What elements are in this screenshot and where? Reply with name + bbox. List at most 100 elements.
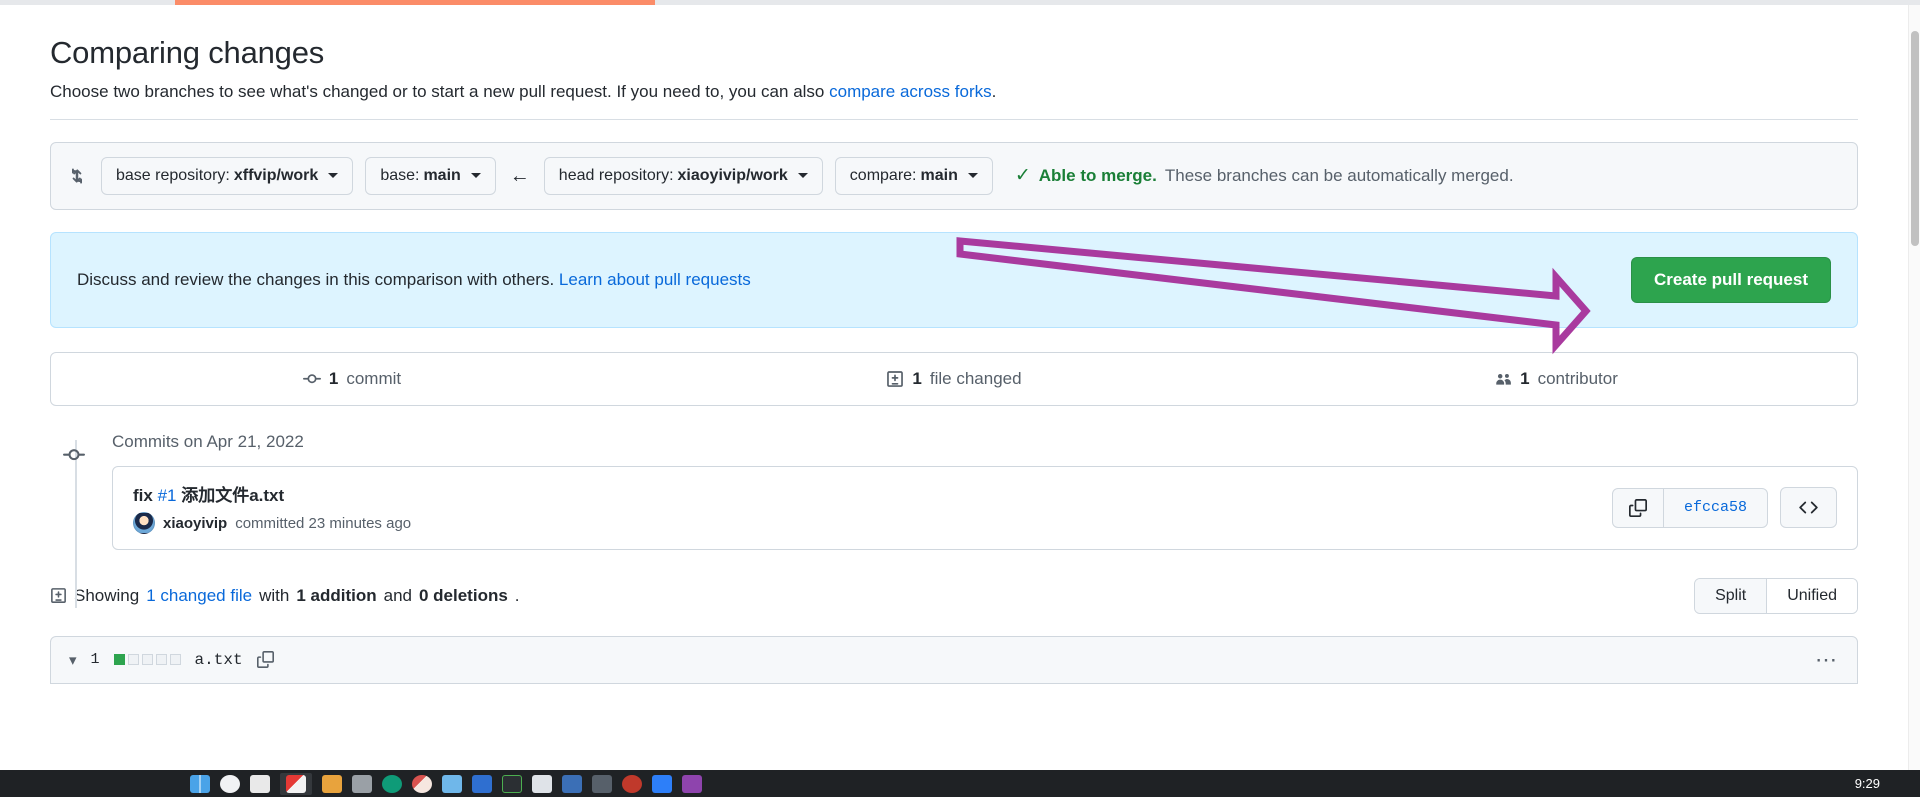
- check-icon: ✓: [1014, 165, 1031, 187]
- taskbar-clock[interactable]: 9:29: [1855, 776, 1880, 791]
- chevron-down-icon: [328, 173, 339, 179]
- diff-line-count: 1: [90, 651, 100, 669]
- commit-icon: [302, 370, 321, 388]
- compare-branch-value: main: [920, 166, 958, 184]
- showing-conjunction: and: [383, 585, 412, 605]
- taskbar-icon-chat[interactable]: [382, 774, 402, 793]
- commit-author[interactable]: xiaoyivip: [163, 515, 227, 532]
- base-repository-select[interactable]: base repository: xffvip/work: [101, 156, 354, 195]
- deletions-count: 0 deletions: [418, 585, 508, 605]
- stat-commits[interactable]: 1 commit: [51, 353, 653, 405]
- diff-file-header: ▾ 1 a.txt ⋯: [50, 635, 1858, 684]
- stat-files[interactable]: 1 file changed: [653, 353, 1255, 405]
- compare-branch-prefix: compare:: [849, 166, 917, 184]
- taskbar-icon-terminal[interactable]: [502, 774, 522, 793]
- split-view-button[interactable]: Split: [1695, 578, 1767, 613]
- diff-summary-text: Showing 1 changed file with 1 addition a…: [50, 586, 520, 606]
- taskbar-icon-music[interactable]: [622, 774, 642, 793]
- page-scrollbar[interactable]: [1908, 5, 1920, 770]
- unified-view-button[interactable]: Unified: [1766, 578, 1857, 613]
- github-compare-page: Comparing changes Choose two branches to…: [0, 5, 1908, 770]
- os-taskbar: 9:29: [0, 770, 1920, 797]
- taskbar-icon-window[interactable]: [442, 774, 462, 793]
- commit-row: fix #1 添加文件a.txt xiaoyivip committed 23 …: [112, 465, 1858, 550]
- merge-status-detail: These branches can be automatically merg…: [1164, 165, 1514, 185]
- head-repository-value: xiaoyivip/work: [677, 166, 788, 184]
- diff-file-name[interactable]: a.txt: [195, 651, 243, 669]
- people-icon: [1494, 370, 1512, 388]
- taskbar-icon-note[interactable]: [250, 774, 270, 793]
- comparison-stats-bar: 1 commit 1 file changed 1 contributor: [50, 351, 1858, 406]
- learn-about-pull-requests-link[interactable]: Learn about pull requests: [559, 270, 751, 289]
- diff-stat-block: [155, 654, 167, 666]
- commit-info: fix #1 添加文件a.txt xiaoyivip committed 23 …: [133, 481, 412, 535]
- chevron-down-icon[interactable]: ▾: [69, 651, 77, 669]
- commit-node-icon: [63, 444, 85, 471]
- commit-message-prefix: fix: [133, 486, 158, 506]
- commit-message[interactable]: fix #1 添加文件a.txt: [133, 481, 411, 506]
- showing-prefix: Showing: [74, 585, 140, 605]
- diff-stat-blocks: [113, 654, 181, 666]
- banner-message: Discuss and review the changes in this c…: [77, 269, 555, 289]
- stat-files-label: file changed: [929, 368, 1022, 388]
- chevron-down-icon: [470, 173, 481, 179]
- taskbar-icon-browser[interactable]: [220, 774, 240, 793]
- git-compare-icon: [67, 166, 87, 186]
- taskbar-icon-store[interactable]: [562, 774, 582, 793]
- commit-message-rest: 添加文件a.txt: [176, 486, 285, 506]
- stat-contributors[interactable]: 1 contributor: [1255, 353, 1857, 405]
- commits-date-heading: Commits on Apr 21, 2022: [112, 431, 304, 451]
- diff-summary-row: Showing 1 changed file with 1 addition a…: [50, 577, 1858, 614]
- diff-stat-block: [141, 654, 153, 666]
- compare-branch-select[interactable]: compare: main: [834, 156, 993, 195]
- taskbar-icon-office[interactable]: [472, 774, 492, 793]
- subtitle-text-after: .: [991, 82, 997, 102]
- scrollbar-thumb[interactable]: [1911, 31, 1919, 246]
- page-title: Comparing changes: [50, 35, 325, 70]
- showing-middle: with: [259, 585, 290, 605]
- taskbar-icon-settings[interactable]: [592, 774, 612, 793]
- taskbar-icon-misc[interactable]: [682, 774, 702, 793]
- branch-selection-bar: base repository: xffvip/work base: main …: [50, 141, 1858, 210]
- kebab-horizontal-icon[interactable]: ⋯: [1815, 648, 1839, 671]
- commit-actions: efcca58: [1611, 487, 1837, 529]
- base-branch-value: main: [423, 166, 461, 184]
- stat-contributors-count: 1: [1520, 368, 1530, 388]
- avatar: [133, 512, 155, 535]
- head-repository-select[interactable]: head repository: xiaoyivip/work: [543, 156, 823, 195]
- stat-files-count: 1: [912, 368, 922, 388]
- pull-request-banner: Discuss and review the changes in this c…: [50, 231, 1858, 328]
- commit-issue-ref[interactable]: #1: [158, 486, 177, 505]
- copy-icon[interactable]: [1613, 488, 1664, 527]
- taskbar-icon-explorer[interactable]: [190, 774, 210, 793]
- diff-view-toggle: Split Unified: [1694, 577, 1858, 614]
- browse-code-icon[interactable]: [1780, 487, 1837, 529]
- taskbar-icon-calc[interactable]: [532, 774, 552, 793]
- commit-time: committed 23 minutes ago: [235, 514, 412, 532]
- diff-stat-block: [169, 654, 181, 666]
- taskbar-icon-active-app[interactable]: [280, 772, 312, 795]
- create-pull-request-button[interactable]: Create pull request: [1631, 256, 1831, 303]
- changed-file-link[interactable]: 1 changed file: [146, 586, 252, 606]
- stat-commits-label: commit: [346, 368, 402, 388]
- base-repository-prefix: base repository:: [116, 166, 230, 184]
- commit-sha-group: efcca58: [1611, 487, 1768, 528]
- base-branch-select[interactable]: base: main: [365, 156, 496, 195]
- divider: [50, 118, 1858, 120]
- copy-path-icon[interactable]: [256, 651, 274, 669]
- taskbar-icons: [190, 772, 702, 795]
- commits-section: Commits on Apr 21, 2022 fix #1 添加文件a.txt…: [50, 431, 1858, 608]
- taskbar-icon-media[interactable]: [412, 774, 432, 793]
- subtitle-text-before: Choose two branches to see what's change…: [50, 82, 830, 102]
- file-diff-icon: [886, 370, 904, 388]
- page-subtitle: Choose two branches to see what's change…: [50, 79, 1858, 105]
- file-diff-icon: [50, 587, 67, 604]
- screen: Comparing changes Choose two branches to…: [0, 0, 1920, 797]
- chevron-down-icon: [797, 173, 808, 179]
- taskbar-icon-folder[interactable]: [322, 774, 342, 793]
- taskbar-icon-editor[interactable]: [352, 774, 372, 793]
- taskbar-icon-mail[interactable]: [652, 774, 672, 793]
- chevron-down-icon: [967, 173, 978, 179]
- compare-across-forks-link[interactable]: compare across forks: [829, 82, 992, 101]
- commit-sha[interactable]: efcca58: [1664, 489, 1767, 527]
